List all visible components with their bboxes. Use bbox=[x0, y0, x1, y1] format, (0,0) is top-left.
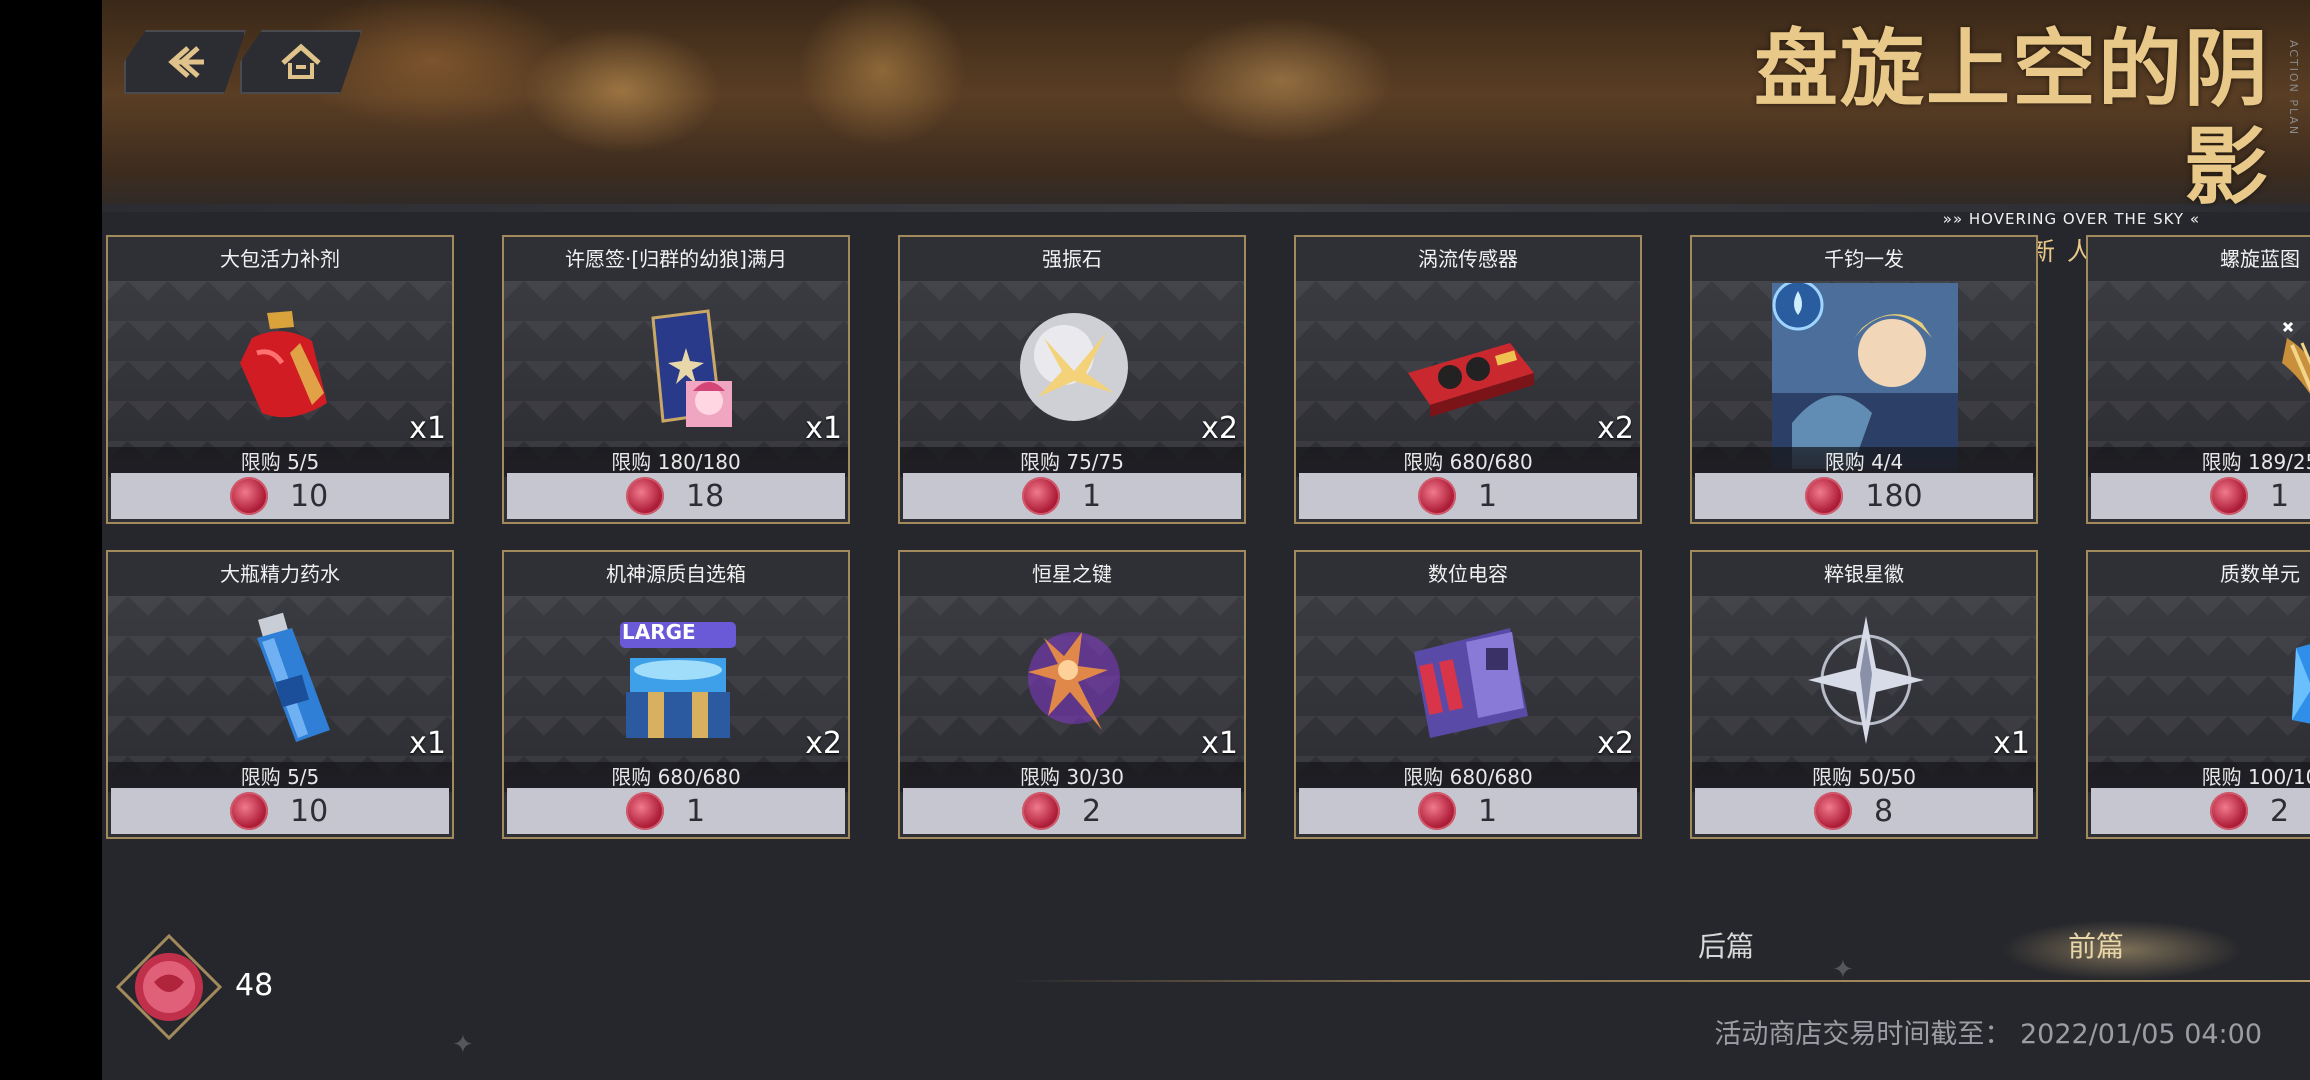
price-bar: 10 bbox=[111, 473, 449, 519]
action-plan-label: ACTION PLAN bbox=[2287, 40, 2300, 137]
star-key-icon bbox=[1028, 632, 1120, 730]
shop-item-card[interactable]: 大瓶精力药水 x1 限购 5/5 10 bbox=[106, 550, 454, 839]
item-quantity: x1 bbox=[805, 411, 842, 446]
shop-item-card[interactable]: 许愿签·[归群的幼狼]满月 x1 限购 180/180 18 bbox=[502, 235, 850, 524]
coin-icon bbox=[230, 792, 268, 830]
item-quantity: x1 bbox=[1201, 726, 1238, 761]
item-name: 大瓶精力药水 bbox=[220, 562, 340, 586]
price-bar: 1 bbox=[1299, 788, 1637, 834]
shop-screen: 盘旋上空的阴影 »» HOVERING OVER THE SKY « 艾尼亚德新… bbox=[102, 0, 2310, 1080]
back-arrow-icon bbox=[160, 42, 210, 82]
price-bar: 8 bbox=[1695, 788, 2033, 834]
item-price: 10 bbox=[290, 478, 329, 514]
item-name: 许愿签·[归群的幼狼]满月 bbox=[565, 247, 787, 271]
item-quantity: x1 bbox=[409, 726, 446, 761]
event-title-english: »» HOVERING OVER THE SKY « bbox=[1942, 210, 2200, 228]
item-price: 180 bbox=[1865, 478, 1923, 514]
price-bar: 180 bbox=[1695, 473, 2033, 519]
item-name: 恒星之键 bbox=[1032, 562, 1112, 586]
tab-divider bbox=[1012, 980, 2310, 982]
coin-icon bbox=[626, 792, 664, 830]
shop-item-card[interactable]: 数位电容 x2 限购 680/680 1 bbox=[1294, 550, 1642, 839]
character-portrait-icon bbox=[1772, 283, 1958, 469]
item-quantity: x2 bbox=[1201, 411, 1238, 446]
coin-icon bbox=[1022, 477, 1060, 515]
crystal-orb-icon bbox=[1020, 313, 1128, 421]
event-title: 盘旋上空的阴影 bbox=[1753, 19, 2270, 216]
item-price: 1 bbox=[1478, 793, 1498, 829]
item-name: 粹银星徽 bbox=[1824, 562, 1904, 586]
sparkle-icon: ✦ bbox=[452, 1030, 474, 1060]
item-price: 10 bbox=[290, 793, 329, 829]
prime-cube-icon bbox=[2292, 644, 2310, 724]
currency-amount: 48 bbox=[235, 968, 274, 1003]
event-logo: 盘旋上空的阴影 »» HOVERING OVER THE SKY « 艾尼亚德新… bbox=[1710, 20, 2300, 267]
item-price: 18 bbox=[686, 478, 725, 514]
wish-card-icon bbox=[651, 309, 732, 427]
capacitor-icon bbox=[1414, 628, 1528, 738]
item-name: 质数单元 bbox=[2220, 562, 2300, 586]
sensor-device-icon bbox=[1408, 343, 1534, 417]
shop-item-card[interactable]: 机神源质自选箱 LARGE x2 限购 680/680 1 bbox=[502, 550, 850, 839]
shop-item-card[interactable]: 千钧一发 限购 4/4 180 bbox=[1690, 235, 2038, 524]
coin-icon bbox=[230, 477, 268, 515]
item-name: 数位电容 bbox=[1428, 562, 1508, 586]
shop-item-card[interactable]: 强振石 x2 限购 75/75 1 bbox=[898, 235, 1246, 524]
item-price: 1 bbox=[1082, 478, 1102, 514]
item-price: 8 bbox=[1874, 793, 1894, 829]
price-bar: 1 bbox=[1299, 473, 1637, 519]
coin-icon bbox=[1814, 792, 1852, 830]
item-price: 1 bbox=[686, 793, 706, 829]
item-price: 2 bbox=[1082, 793, 1102, 829]
coin-icon bbox=[2210, 792, 2248, 830]
large-tag: LARGE bbox=[622, 620, 696, 644]
coin-icon bbox=[2210, 477, 2248, 515]
item-quantity: x1 bbox=[1993, 726, 2030, 761]
item-name: 强振石 bbox=[1042, 247, 1102, 271]
tab-earlier-chapter[interactable]: 前篇 bbox=[2068, 925, 2124, 965]
item-price: 2 bbox=[2270, 793, 2290, 829]
coin-icon bbox=[1418, 792, 1456, 830]
shop-item-card[interactable]: 涡流传感器 x2 限购 680/680 1 bbox=[1294, 235, 1642, 524]
item-name: 涡流传感器 bbox=[1418, 247, 1518, 271]
price-bar: 1 bbox=[2091, 473, 2310, 519]
coin-icon bbox=[626, 477, 664, 515]
home-icon bbox=[278, 41, 324, 83]
item-quantity: x1 bbox=[409, 411, 446, 446]
price-bar: 18 bbox=[507, 473, 845, 519]
item-name: 机神源质自选箱 bbox=[606, 562, 746, 586]
item-name: 螺旋蓝图 bbox=[2220, 247, 2300, 271]
coin-icon bbox=[1805, 477, 1844, 515]
price-bar: 10 bbox=[111, 788, 449, 834]
shop-item-card[interactable]: 粹银星徽 x1 限购 50/50 8 bbox=[1690, 550, 2038, 839]
blue-bottle-icon bbox=[257, 612, 330, 742]
item-quantity: x2 bbox=[805, 726, 842, 761]
spiral-blueprint-icon bbox=[2282, 321, 2310, 394]
tab-later-chapter[interactable]: 后篇 bbox=[1698, 925, 1754, 965]
price-bar: 1 bbox=[903, 473, 1241, 519]
coin-icon bbox=[1418, 477, 1456, 515]
item-name: 大包活力补剂 bbox=[220, 247, 340, 271]
currency-display bbox=[114, 932, 224, 1042]
item-price: 1 bbox=[2270, 478, 2290, 514]
item-name: 千钧一发 bbox=[1824, 247, 1904, 271]
price-bar: 1 bbox=[507, 788, 845, 834]
shop-item-card[interactable]: 质数单元 限购 100/10 2 bbox=[2086, 550, 2310, 839]
red-pouch-icon bbox=[240, 311, 327, 418]
price-bar: 2 bbox=[2091, 788, 2310, 834]
shop-deadline: 活动商店交易时间截至： 2022/01/05 04:00 bbox=[1714, 1019, 2262, 1050]
item-price: 1 bbox=[1478, 478, 1498, 514]
item-quantity: x2 bbox=[1597, 411, 1634, 446]
coin-icon bbox=[1022, 792, 1060, 830]
item-quantity: x2 bbox=[1597, 726, 1634, 761]
shop-item-card[interactable]: 恒星之键 x1 限购 30/30 2 bbox=[898, 550, 1246, 839]
price-bar: 2 bbox=[903, 788, 1241, 834]
shop-item-card[interactable]: 大包活力补剂 x1 限购 5/5 10 bbox=[106, 235, 454, 524]
silver-star-icon bbox=[1808, 616, 1924, 744]
event-token-icon bbox=[115, 933, 223, 1041]
shop-item-card[interactable]: 螺旋蓝图 限购 189/25 1 bbox=[2086, 235, 2310, 524]
